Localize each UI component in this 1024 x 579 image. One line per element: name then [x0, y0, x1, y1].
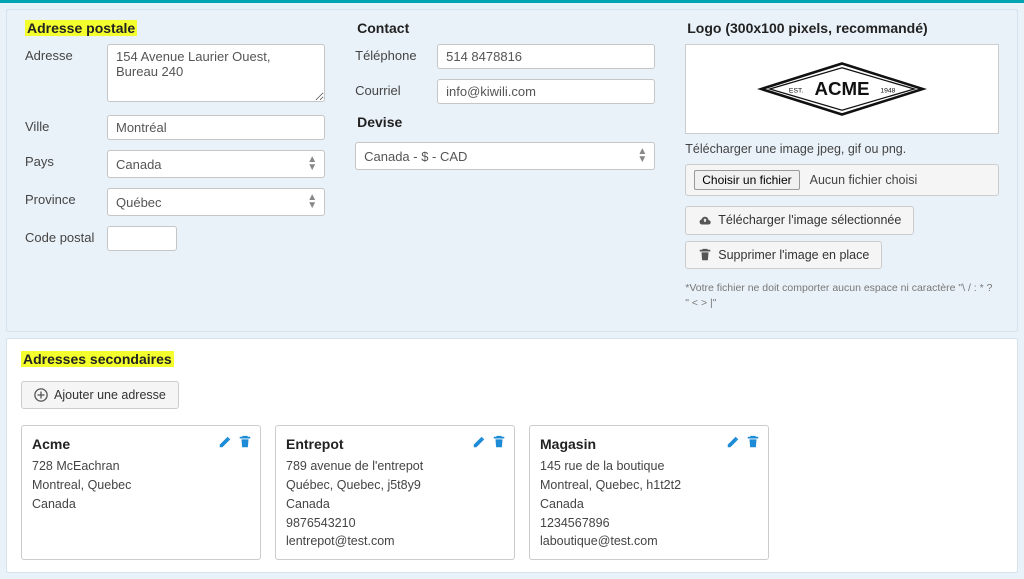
- main-panel: Adresse postale Adresse Ville Pays ▲▼ Pr…: [6, 9, 1018, 332]
- country-select[interactable]: [107, 150, 325, 178]
- email-label: Courriel: [355, 79, 437, 98]
- file-status-text: Aucun fichier choisi: [810, 173, 918, 187]
- file-picker-row: Choisir un fichier Aucun fichier choisi: [685, 164, 999, 196]
- address-label: Adresse: [25, 44, 107, 63]
- card-line: Québec, Quebec, j5t8y9: [286, 476, 504, 495]
- card-line: Montreal, Quebec, h1t2t2: [540, 476, 758, 495]
- delete-image-button[interactable]: Supprimer l'image en place: [685, 241, 882, 270]
- edit-icon[interactable]: [726, 432, 740, 451]
- plus-circle-icon: [34, 388, 48, 403]
- logo-help-text: Télécharger une image jpeg, gif ou png.: [685, 142, 999, 156]
- add-address-button[interactable]: Ajouter une adresse: [21, 381, 179, 410]
- svg-text:ACME: ACME: [815, 78, 870, 99]
- cloud-upload-icon: [698, 213, 712, 228]
- svg-text:1948: 1948: [880, 87, 895, 94]
- card-line: 9876543210: [286, 514, 504, 533]
- address-input[interactable]: [107, 44, 325, 102]
- address-card: Magasin 145 rue de la boutique Montreal,…: [529, 425, 769, 560]
- trash-icon[interactable]: [238, 432, 252, 451]
- trash-icon: [698, 248, 712, 263]
- logo-preview: ACME EST. 1948: [685, 44, 999, 134]
- card-line: 145 rue de la boutique: [540, 457, 758, 476]
- section-title-currency: Devise: [355, 114, 404, 130]
- zip-input[interactable]: [107, 226, 177, 251]
- logo-footnote: *Votre fichier ne doit comporter aucun e…: [685, 281, 999, 310]
- trash-icon[interactable]: [492, 432, 506, 451]
- province-label: Province: [25, 188, 107, 207]
- card-line: Canada: [540, 495, 758, 514]
- city-label: Ville: [25, 115, 107, 134]
- card-line: laboutique@test.com: [540, 532, 758, 551]
- trash-icon[interactable]: [746, 432, 760, 451]
- card-line: 1234567896: [540, 514, 758, 533]
- section-title-postal: Adresse postale: [25, 20, 137, 36]
- edit-icon[interactable]: [218, 432, 232, 451]
- choose-file-button[interactable]: Choisir un fichier: [694, 170, 799, 190]
- card-line: lentrepot@test.com: [286, 532, 504, 551]
- section-title-secondary: Adresses secondaires: [21, 351, 174, 367]
- edit-icon[interactable]: [472, 432, 486, 451]
- city-input[interactable]: [107, 115, 325, 140]
- section-title-contact: Contact: [355, 20, 411, 36]
- zip-label: Code postal: [25, 226, 107, 245]
- secondary-addresses-panel: Adresses secondaires Ajouter une adresse…: [6, 338, 1018, 573]
- card-line: 789 avenue de l'entrepot: [286, 457, 504, 476]
- phone-input[interactable]: [437, 44, 655, 69]
- card-line: Canada: [32, 495, 250, 514]
- phone-label: Téléphone: [355, 44, 437, 63]
- section-title-logo: Logo (300x100 pixels, recommandé): [685, 20, 929, 36]
- currency-select[interactable]: [355, 142, 655, 170]
- card-line: Montreal, Quebec: [32, 476, 250, 495]
- email-input[interactable]: [437, 79, 655, 104]
- address-card: Entrepot 789 avenue de l'entrepot Québec…: [275, 425, 515, 560]
- province-select[interactable]: [107, 188, 325, 216]
- card-line: Canada: [286, 495, 504, 514]
- svg-text:EST.: EST.: [789, 87, 803, 94]
- country-label: Pays: [25, 150, 107, 169]
- upload-image-button[interactable]: Télécharger l'image sélectionnée: [685, 206, 914, 235]
- address-card: Acme 728 McEachran Montreal, Quebec Cana…: [21, 425, 261, 560]
- card-line: 728 McEachran: [32, 457, 250, 476]
